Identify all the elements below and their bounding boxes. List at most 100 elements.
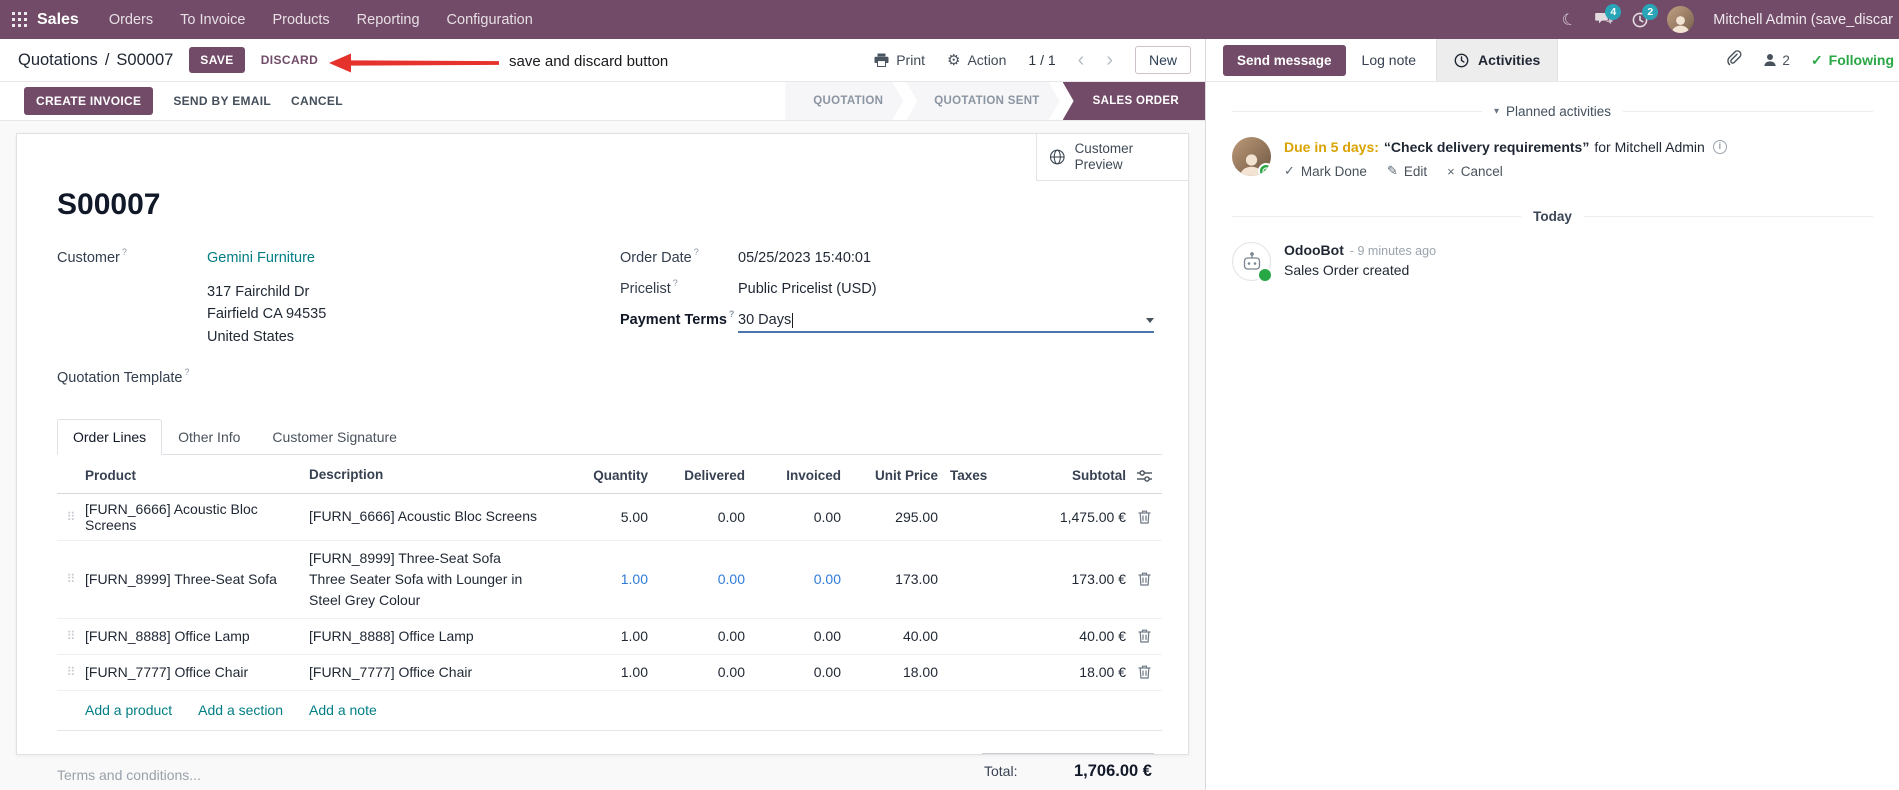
- product-cell[interactable]: [FURN_6666] Acoustic Bloc Screens: [85, 501, 309, 533]
- subtotal-cell: 18.00 €: [1079, 664, 1126, 681]
- delete-row-icon[interactable]: [1126, 510, 1162, 524]
- product-cell[interactable]: [FURN_8999] Three-Seat Sofa: [85, 571, 309, 587]
- info-icon[interactable]: i: [1712, 140, 1727, 155]
- mark-done-button[interactable]: ✓ Mark Done: [1284, 163, 1367, 179]
- app-brand[interactable]: Sales: [37, 11, 79, 29]
- cancel-button[interactable]: CANCEL: [291, 94, 343, 108]
- invoiced-cell[interactable]: 0.00: [745, 571, 841, 587]
- menu-configuration[interactable]: Configuration: [447, 12, 533, 28]
- delivered-cell[interactable]: 0.00: [648, 571, 745, 587]
- action-button[interactable]: ⚙ Action: [947, 51, 1006, 69]
- menu-to-invoice[interactable]: To Invoice: [180, 12, 245, 28]
- send-message-button[interactable]: Send message: [1223, 44, 1346, 76]
- add-section-link[interactable]: Add a section: [198, 702, 283, 718]
- send-by-email-button[interactable]: SEND BY EMAIL: [173, 94, 271, 108]
- followers-button[interactable]: 2: [1763, 53, 1790, 68]
- drag-handle-icon[interactable]: ⠿: [57, 665, 85, 679]
- terms-placeholder[interactable]: Terms and conditions...: [57, 767, 201, 783]
- discard-button[interactable]: DISCARD: [261, 53, 318, 67]
- payment-terms-label: Payment Terms?: [620, 309, 735, 328]
- add-product-link[interactable]: Add a product: [85, 702, 172, 718]
- unit-price-cell[interactable]: 295.00: [841, 509, 938, 525]
- messages-icon[interactable]: 4: [1595, 4, 1622, 27]
- customer-link[interactable]: Gemini Furniture: [207, 250, 315, 266]
- col-description: Description: [309, 467, 384, 483]
- save-button[interactable]: SAVE: [189, 47, 245, 73]
- quotation-template-field[interactable]: Quotation Template?: [57, 367, 562, 396]
- print-button[interactable]: Print: [874, 52, 925, 68]
- drag-handle-icon[interactable]: ⠿: [57, 572, 85, 586]
- odoo-app: Sales Orders To Invoice Products Reporti…: [0, 0, 1899, 790]
- attachment-icon[interactable]: [1726, 49, 1742, 71]
- unit-price-cell[interactable]: 173.00: [841, 571, 938, 587]
- menu-orders[interactable]: Orders: [109, 12, 153, 28]
- edit-activity-button[interactable]: ✎ Edit: [1387, 163, 1427, 179]
- delivered-cell[interactable]: 0.00: [648, 664, 745, 680]
- tab-customer-signature[interactable]: Customer Signature: [256, 419, 413, 455]
- order-date-value[interactable]: 05/25/2023 15:40:01: [738, 250, 871, 266]
- drag-handle-icon[interactable]: ⠿: [57, 629, 85, 643]
- step-sales-order[interactable]: SALES ORDER: [1062, 82, 1205, 120]
- dark-mode-icon[interactable]: ☾: [1560, 8, 1579, 31]
- drag-handle-icon[interactable]: ⠿: [57, 510, 85, 524]
- quantity-cell[interactable]: 1.00: [548, 664, 648, 680]
- quantity-cell[interactable]: 1.00: [548, 571, 648, 587]
- pricelist-value[interactable]: Public Pricelist (USD): [738, 281, 877, 297]
- planned-activities-toggle[interactable]: ▾ Planned activities: [1494, 104, 1611, 119]
- pager-next-icon[interactable]: ›: [1106, 50, 1113, 70]
- description-cell[interactable]: [FURN_7777] Office Chair: [309, 662, 548, 683]
- menu-products[interactable]: Products: [272, 12, 329, 28]
- main-pane: Quotations / S00007 SAVE DISCARD Print ⚙…: [0, 39, 1205, 790]
- delivered-cell[interactable]: 0.00: [648, 628, 745, 644]
- pager-previous-icon[interactable]: ‹: [1078, 50, 1085, 70]
- unit-price-cell[interactable]: 40.00: [841, 628, 938, 644]
- message-body: Sales Order created: [1284, 262, 1410, 279]
- tab-other-info[interactable]: Other Info: [162, 419, 256, 455]
- delete-row-icon[interactable]: [1126, 629, 1162, 643]
- help-hint: ?: [693, 247, 699, 257]
- tab-order-lines[interactable]: Order Lines: [57, 419, 163, 456]
- quantity-cell[interactable]: 1.00: [548, 628, 648, 644]
- customer-preview-button[interactable]: Customer Preview: [1036, 134, 1188, 181]
- following-button[interactable]: ✓ Following: [1811, 52, 1894, 69]
- quantity-cell[interactable]: 5.00: [548, 509, 648, 525]
- product-cell[interactable]: [FURN_7777] Office Chair: [85, 664, 309, 680]
- user-name[interactable]: Mitchell Admin (save_discar: [1713, 12, 1893, 28]
- breadcrumb-quotations[interactable]: Quotations: [18, 51, 98, 70]
- delivered-cell[interactable]: 0.00: [648, 509, 745, 525]
- optional-columns-icon[interactable]: [1126, 469, 1162, 483]
- unit-price-cell[interactable]: 18.00: [841, 664, 938, 680]
- invoiced-cell[interactable]: 0.00: [745, 628, 841, 644]
- cancel-activity-button[interactable]: × Cancel: [1447, 163, 1503, 179]
- description-cell[interactable]: [FURN_8888] Office Lamp: [309, 626, 548, 647]
- dropdown-caret-icon[interactable]: [1146, 317, 1154, 323]
- invoiced-cell[interactable]: 0.00: [745, 664, 841, 680]
- followers-count: 2: [1782, 52, 1790, 68]
- new-button[interactable]: New: [1134, 46, 1191, 74]
- help-hint: ?: [672, 278, 678, 288]
- invoiced-cell[interactable]: 0.00: [745, 509, 841, 525]
- activities-tab[interactable]: Activities: [1436, 39, 1559, 81]
- step-quotation[interactable]: QUOTATION: [785, 82, 903, 120]
- user-avatar[interactable]: [1667, 6, 1695, 33]
- apps-menu-icon[interactable]: [12, 12, 27, 27]
- printer-icon: [874, 53, 889, 67]
- product-cell[interactable]: [FURN_8888] Office Lamp: [85, 628, 309, 644]
- delete-row-icon[interactable]: [1126, 572, 1162, 586]
- form-sheet: Customer Preview S00007 Customer? Gemini…: [16, 133, 1189, 783]
- payment-terms-input[interactable]: 30 Days: [738, 312, 1154, 333]
- collapse-caret-icon: ▾: [1493, 106, 1499, 117]
- col-product: Product: [85, 468, 137, 484]
- step-quotation-sent[interactable]: QUOTATION SENT: [906, 82, 1059, 120]
- log-note-button[interactable]: Log note: [1362, 52, 1417, 68]
- delete-row-icon[interactable]: [1126, 665, 1162, 679]
- create-invoice-button[interactable]: CREATE INVOICE: [24, 87, 154, 115]
- activities-clock-icon[interactable]: 2: [1632, 3, 1659, 28]
- activities-count-badge: 2: [1642, 3, 1659, 20]
- record-title: S00007: [57, 188, 161, 221]
- description-cell[interactable]: [FURN_6666] Acoustic Bloc Screens: [309, 506, 548, 527]
- add-note-link[interactable]: Add a note: [309, 702, 377, 718]
- online-badge: [1257, 267, 1273, 284]
- menu-reporting[interactable]: Reporting: [357, 12, 420, 28]
- description-cell[interactable]: [FURN_8999] Three-Seat Sofa Three Seater…: [309, 548, 548, 611]
